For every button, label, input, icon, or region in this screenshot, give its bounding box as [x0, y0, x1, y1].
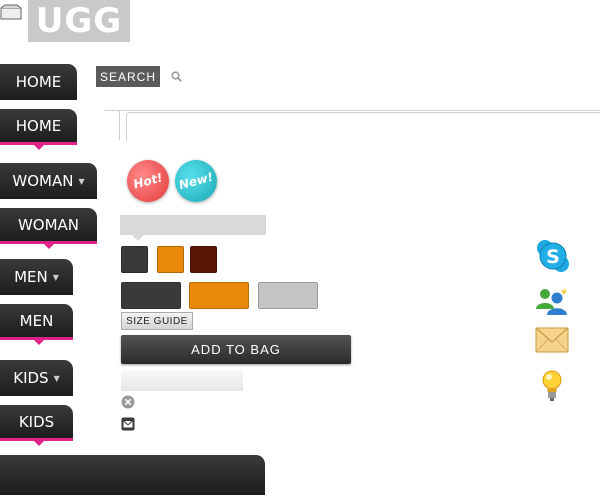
active-indicator — [34, 340, 44, 345]
lightbulb-icon[interactable] — [540, 368, 564, 402]
box-icon — [0, 4, 22, 20]
nav-men-active[interactable]: MEN — [0, 304, 73, 345]
bar-pointer — [132, 235, 144, 241]
hot-badge: Hot! — [122, 155, 174, 207]
nav-kids-active[interactable]: KIDS — [0, 405, 73, 446]
messenger-icon[interactable] — [535, 287, 569, 317]
nav-woman-active[interactable]: WOMAN — [0, 208, 97, 249]
nav-home[interactable]: HOME — [0, 64, 77, 100]
nav-label: KIDS — [18, 412, 55, 431]
logo[interactable]: UGG — [28, 0, 130, 42]
active-indicator — [44, 244, 54, 249]
logo-text: UGG — [35, 1, 123, 41]
nav-home-active[interactable]: HOME — [0, 109, 77, 150]
nav-men[interactable]: MEN ▼ — [0, 259, 73, 295]
placeholder-bar — [120, 215, 266, 241]
nav-kids[interactable]: KIDS ▼ — [0, 360, 73, 396]
nav-woman[interactable]: WOMAN ▼ — [0, 163, 97, 199]
new-badge: New! — [170, 155, 222, 207]
active-indicator — [34, 441, 44, 446]
chevron-down-icon: ▼ — [78, 176, 85, 186]
skype-icon[interactable]: S — [535, 238, 571, 274]
close-icon[interactable] — [121, 395, 135, 409]
search-button[interactable]: SEARCH — [96, 66, 160, 87]
color-swatch-dark[interactable] — [121, 246, 148, 273]
chevron-down-icon: ▼ — [52, 272, 59, 282]
add-to-bag-button[interactable]: ADD TO BAG — [121, 335, 351, 364]
nav-label: HOME — [15, 116, 62, 135]
svg-text:S: S — [546, 246, 560, 268]
color-swatch-brown[interactable] — [190, 246, 217, 273]
nav-label: HOME — [15, 73, 62, 91]
nav-label: WOMAN — [17, 215, 80, 234]
color-swatch-orange[interactable] — [157, 246, 184, 273]
active-indicator — [34, 145, 44, 150]
tab-left-edge — [104, 110, 120, 140]
chevron-down-icon: ▼ — [53, 373, 60, 383]
footer-bar — [0, 455, 265, 495]
quantity-bar — [121, 370, 243, 391]
search-icon[interactable] — [171, 71, 182, 82]
size-swatch-orange[interactable] — [189, 282, 249, 309]
size-guide-button[interactable]: SIZE GUIDE — [121, 312, 193, 330]
size-swatch-dark[interactable] — [121, 282, 181, 309]
mail-icon[interactable] — [121, 417, 135, 431]
nav-label: KIDS — [13, 369, 49, 387]
tab-divider — [104, 110, 600, 111]
nav-label: MEN — [19, 311, 54, 330]
nav-label: MEN — [14, 268, 48, 286]
nav-label: WOMAN — [12, 172, 74, 190]
envelope-icon[interactable] — [535, 327, 569, 353]
size-swatch-grey[interactable] — [258, 282, 318, 309]
tab-panel — [126, 112, 600, 141]
